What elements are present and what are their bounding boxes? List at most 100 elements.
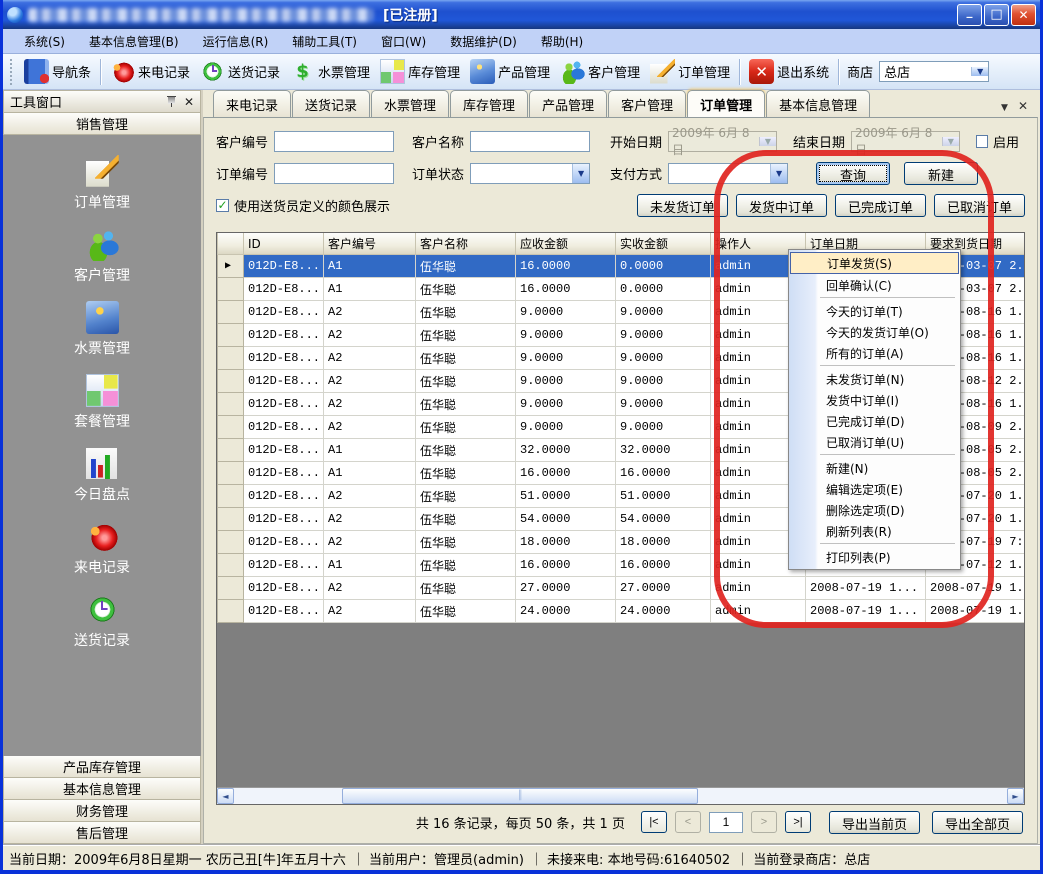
context-menu-item[interactable]: 订单发货(S): [790, 252, 959, 274]
menubar-item[interactable]: 基本信息管理(B): [78, 30, 190, 53]
chevron-down-icon[interactable]: [971, 67, 988, 76]
order-status-filter-button[interactable]: 已取消订单: [934, 194, 1025, 217]
context-menu-item[interactable]: 所有的订单(A): [790, 342, 959, 363]
sidebar-section[interactable]: 售后管理: [3, 822, 201, 844]
order-no-input[interactable]: [274, 163, 394, 184]
row-selector-cell[interactable]: [218, 393, 244, 416]
toolbar-button[interactable]: 客户管理: [555, 56, 645, 88]
close-button[interactable]: [1011, 4, 1036, 26]
row-selector-cell[interactable]: [218, 301, 244, 324]
chevron-down-icon[interactable]: [572, 164, 589, 183]
sidebar-section[interactable]: 产品库存管理: [3, 756, 201, 778]
menubar-item[interactable]: 帮助(H): [530, 30, 594, 53]
table-row[interactable]: 012D-E8... A2 伍华聪 24.0000 24.0000 admin …: [218, 600, 1025, 623]
horizontal-scrollbar[interactable]: ◄ ►: [217, 787, 1024, 804]
sidebar-section[interactable]: 财务管理: [3, 800, 201, 822]
row-selector-cell[interactable]: [218, 439, 244, 462]
column-header[interactable]: 应收金额: [516, 233, 616, 255]
last-page-button[interactable]: >|: [785, 811, 811, 833]
row-selector-cell[interactable]: [218, 554, 244, 577]
customer-no-input[interactable]: [274, 131, 394, 152]
toolbar-button[interactable]: 订单管理: [645, 56, 735, 88]
context-menu-item[interactable]: 今天的发货订单(O): [790, 321, 959, 342]
sidebar-item[interactable]: 套餐管理: [3, 366, 201, 439]
order-status-select[interactable]: [470, 163, 590, 184]
export-all-pages-button[interactable]: 导出全部页: [932, 811, 1023, 834]
order-status-filter-button[interactable]: 发货中订单: [736, 194, 827, 217]
context-menu-item[interactable]: 发货中订单(I): [790, 389, 959, 410]
row-selector-cell[interactable]: [218, 577, 244, 600]
toolbar-button[interactable]: 送货记录: [195, 56, 285, 88]
row-selector-cell[interactable]: [218, 255, 244, 278]
tab-close-icon[interactable]: [1018, 99, 1028, 113]
scrollbar-thumb[interactable]: [342, 788, 698, 804]
row-selector-cell[interactable]: [218, 485, 244, 508]
shop-select[interactable]: 总店: [879, 61, 989, 82]
tab[interactable]: 来电记录: [213, 90, 291, 117]
color-display-checkbox[interactable]: [216, 199, 229, 212]
chevron-down-icon[interactable]: [770, 164, 787, 183]
menubar-item[interactable]: 辅助工具(T): [281, 30, 368, 53]
tab[interactable]: 库存管理: [450, 90, 528, 117]
menubar-item[interactable]: 运行信息(R): [192, 30, 280, 53]
sidebar-item[interactable]: 来电记录: [3, 512, 201, 585]
sidebar-section-sales[interactable]: 销售管理: [3, 113, 201, 135]
end-date-picker[interactable]: 2009年 6月 8日: [851, 131, 960, 152]
customer-name-input[interactable]: [470, 131, 590, 152]
row-selector-cell[interactable]: [218, 278, 244, 301]
context-menu-item[interactable]: 新建(N): [790, 457, 959, 478]
column-header[interactable]: 客户编号: [324, 233, 416, 255]
column-header[interactable]: ID: [244, 233, 324, 255]
sidebar-item[interactable]: 今日盘点: [3, 439, 201, 512]
tab[interactable]: 基本信息管理: [766, 90, 870, 117]
context-menu-item[interactable]: 已完成订单(D): [790, 410, 959, 431]
tab-list-dropdown-icon[interactable]: [1001, 99, 1008, 113]
scroll-left-icon[interactable]: ◄: [217, 788, 234, 804]
tab[interactable]: 水票管理: [371, 90, 449, 117]
context-menu-item[interactable]: 删除选定项(D): [790, 499, 959, 520]
start-date-picker[interactable]: 2009年 6月 8日: [668, 131, 777, 152]
scroll-right-icon[interactable]: ►: [1007, 788, 1024, 804]
next-page-button[interactable]: >: [751, 811, 777, 833]
pay-method-select[interactable]: [668, 163, 788, 184]
toolbar-button[interactable]: 退出系统: [744, 56, 834, 88]
sidebar-item[interactable]: 送货记录: [3, 585, 201, 658]
menubar-item[interactable]: 数据维护(D): [439, 30, 528, 53]
column-header[interactable]: 实收金额: [616, 233, 711, 255]
context-menu-item[interactable]: 编辑选定项(E): [790, 478, 959, 499]
context-menu-item[interactable]: 今天的订单(T): [790, 300, 959, 321]
context-menu-item[interactable]: 刷新列表(R): [790, 520, 959, 541]
sidebar-item[interactable]: 客户管理: [3, 220, 201, 293]
tab[interactable]: 产品管理: [529, 90, 607, 117]
row-selector-cell[interactable]: [218, 370, 244, 393]
row-selector-cell[interactable]: [218, 508, 244, 531]
page-number-input[interactable]: [709, 812, 743, 833]
toolbar-button[interactable]: 导航条: [19, 56, 96, 88]
row-selector-cell[interactable]: [218, 324, 244, 347]
toolbar-button[interactable]: 水票管理: [285, 56, 375, 88]
column-header[interactable]: 客户名称: [416, 233, 516, 255]
first-page-button[interactable]: |<: [641, 811, 667, 833]
menubar-item[interactable]: 窗口(W): [370, 30, 437, 53]
tool-window-close-icon[interactable]: ✕: [184, 95, 194, 109]
context-menu-item[interactable]: 未发货订单(N): [790, 368, 959, 389]
sidebar-section[interactable]: 基本信息管理: [3, 778, 201, 800]
toolbar-button[interactable]: 库存管理: [375, 56, 465, 88]
toolbar-button[interactable]: 产品管理: [465, 56, 555, 88]
prev-page-button[interactable]: <: [675, 811, 701, 833]
sidebar-item[interactable]: 水票管理: [3, 293, 201, 366]
sidebar-item[interactable]: 订单管理: [3, 147, 201, 220]
row-selector-cell[interactable]: [218, 600, 244, 623]
menubar-item[interactable]: 系统(S): [13, 30, 76, 53]
order-status-filter-button[interactable]: 未发货订单: [637, 194, 728, 217]
order-status-filter-button[interactable]: 已完成订单: [835, 194, 926, 217]
row-selector-cell[interactable]: [218, 462, 244, 485]
new-button[interactable]: 新建: [904, 162, 978, 185]
context-menu-item[interactable]: 已取消订单(U): [790, 431, 959, 452]
context-menu-item[interactable]: 打印列表(P): [790, 546, 959, 567]
row-selector-cell[interactable]: [218, 347, 244, 370]
pin-icon[interactable]: [167, 96, 176, 107]
maximize-button[interactable]: [984, 4, 1009, 26]
row-selector-cell[interactable]: [218, 531, 244, 554]
tab[interactable]: 订单管理: [687, 90, 765, 117]
